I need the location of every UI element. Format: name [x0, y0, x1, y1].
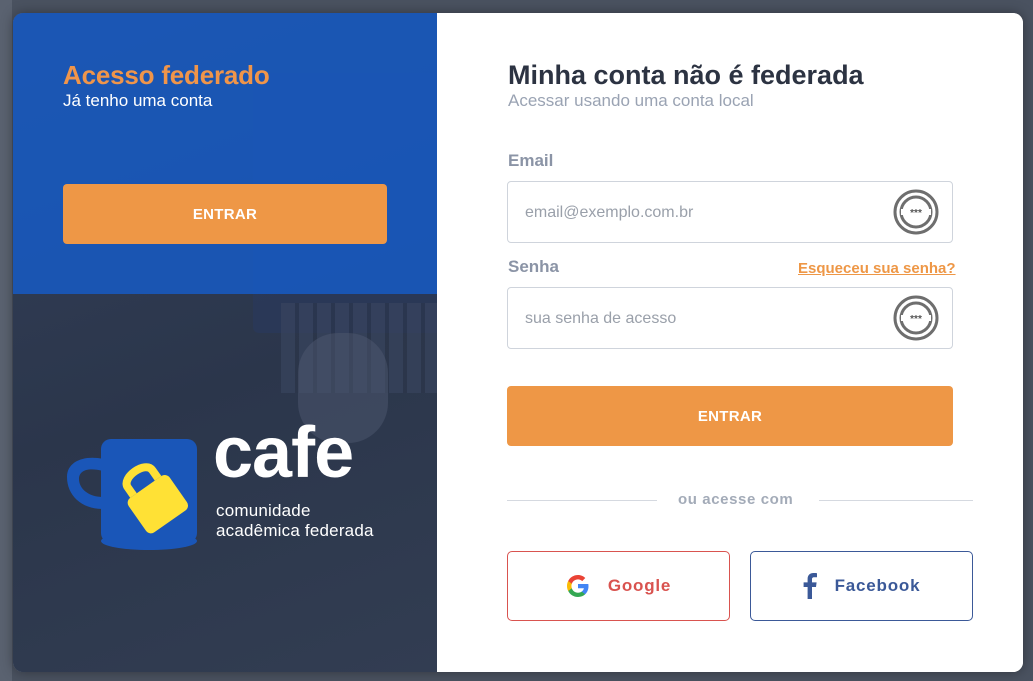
logo-tagline-line2: acadêmica federada — [216, 521, 374, 540]
forgot-password-link[interactable]: Esqueceu sua senha? — [798, 260, 956, 277]
password-manager-icon[interactable]: *** — [893, 189, 939, 235]
email-field[interactable] — [523, 182, 887, 244]
divider-text: ou acesse com — [678, 491, 794, 508]
password-label: Senha — [508, 257, 560, 276]
local-title: Minha conta não é federada — [508, 60, 864, 90]
federated-title: Acesso federado — [63, 60, 270, 90]
svg-text:***: *** — [910, 208, 922, 219]
google-login-button[interactable]: Google — [507, 551, 730, 621]
coffee-cup-icon — [67, 439, 197, 550]
email-label: Email — [508, 151, 554, 170]
federated-panel: Acesso federado Já tenho uma conta ENTRA… — [13, 13, 437, 672]
facebook-icon — [803, 573, 817, 599]
logo-wordmark: cafe — [213, 413, 354, 493]
google-label: Google — [607, 576, 672, 595]
facebook-label: Facebook — [834, 576, 921, 595]
background-strip — [0, 0, 12, 681]
federated-login-button[interactable]: ENTRAR — [63, 184, 387, 244]
password-manager-icon[interactable]: *** — [893, 295, 939, 341]
email-field-container: *** — [507, 181, 953, 244]
password-field[interactable] — [523, 288, 887, 350]
divider-right — [819, 500, 973, 501]
google-icon — [566, 574, 590, 598]
login-modal: Acesso federado Já tenho uma conta ENTRA… — [13, 13, 1023, 672]
federated-overlay — [13, 13, 437, 294]
local-account-panel: Minha conta não é federada Acessar usand… — [437, 13, 1023, 672]
facebook-login-button[interactable]: Facebook — [750, 551, 973, 621]
divider-left — [507, 500, 657, 501]
local-login-button[interactable]: ENTRAR — [507, 386, 953, 446]
password-field-container: *** — [507, 287, 953, 350]
svg-text:***: *** — [910, 314, 922, 325]
logo-tagline-line1: comunidade — [216, 501, 311, 520]
cafe-logo: cafe comunidade acadêmica federada — [65, 417, 405, 556]
local-subtitle: Acessar usando uma conta local — [508, 91, 754, 110]
federated-subtitle: Já tenho uma conta — [63, 91, 213, 110]
